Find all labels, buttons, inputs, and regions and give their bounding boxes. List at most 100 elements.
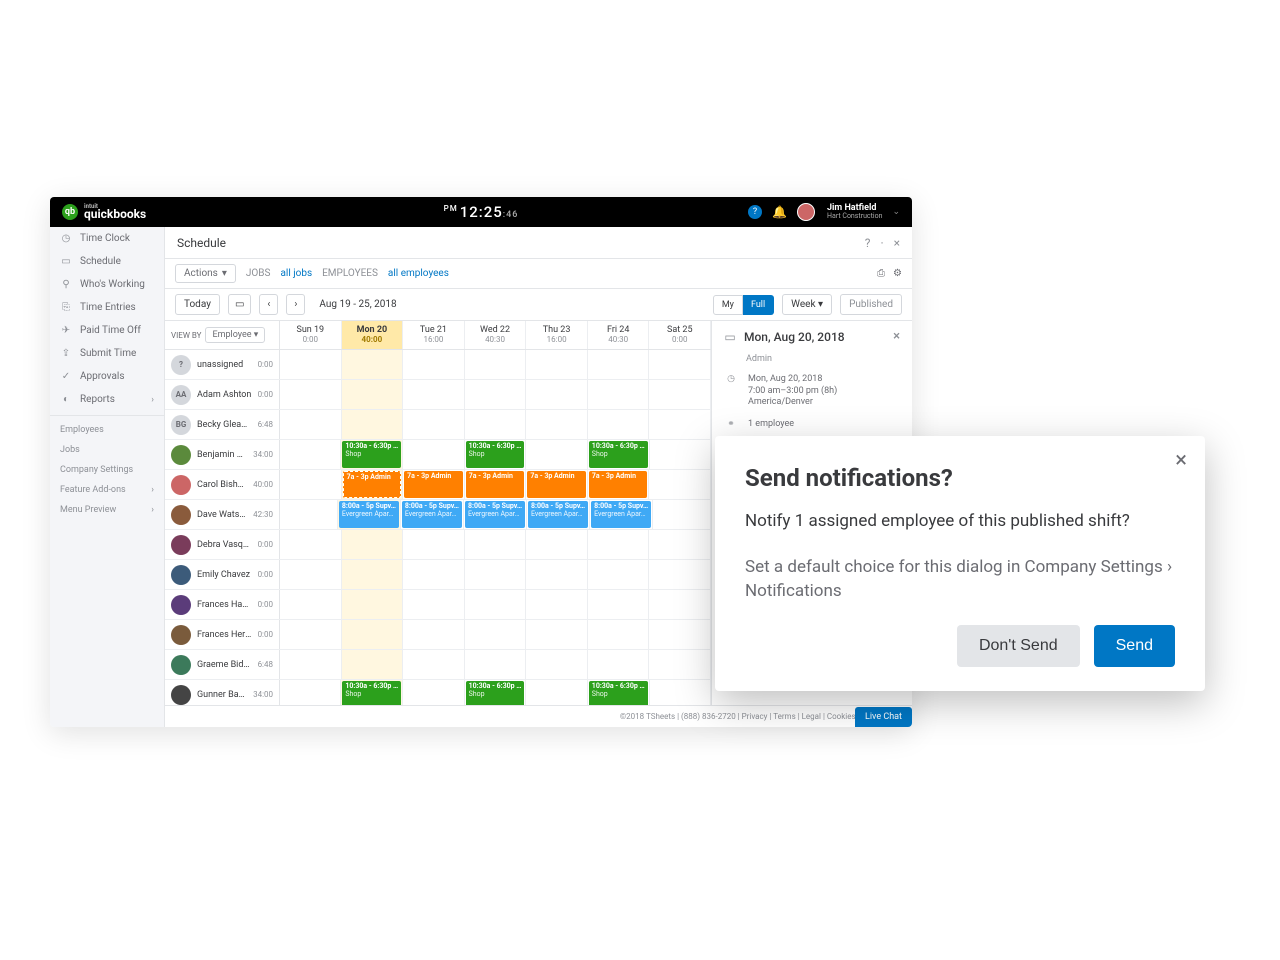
bell-icon[interactable]: 🔔 — [772, 205, 787, 219]
schedule-cell[interactable] — [465, 380, 527, 409]
shift-block[interactable]: 7a - 3p Admin — [404, 471, 463, 498]
schedule-cell[interactable] — [526, 620, 588, 649]
schedule-cell[interactable] — [342, 590, 404, 619]
print-icon[interactable]: ⎙ — [877, 268, 885, 279]
calendar-icon[interactable]: ▭ — [228, 294, 251, 315]
schedule-cell[interactable] — [649, 350, 711, 379]
schedule-cell[interactable] — [280, 620, 342, 649]
schedule-cell[interactable] — [403, 410, 465, 439]
schedule-cell[interactable] — [588, 530, 650, 559]
schedule-cell[interactable] — [342, 350, 404, 379]
schedule-cell[interactable] — [653, 500, 711, 529]
schedule-cell[interactable] — [588, 350, 650, 379]
day-header[interactable]: Thu 2316:00 — [526, 321, 588, 349]
schedule-cell[interactable] — [280, 440, 341, 469]
employee-cell[interactable]: Frances Herrera0:00 — [165, 620, 280, 649]
schedule-cell[interactable] — [465, 350, 527, 379]
schedule-cell[interactable] — [280, 350, 342, 379]
schedule-cell[interactable] — [588, 410, 650, 439]
sidebar-sub-employees[interactable]: Employees — [50, 420, 164, 440]
shift-block[interactable]: 8:00a - 5p Supv…Evergreen Apar… — [528, 501, 588, 528]
schedule-cell[interactable] — [342, 380, 404, 409]
shift-block[interactable]: 8:00a - 5p Supv…Evergreen Apar… — [402, 501, 462, 528]
sidebar-item-who-s-working[interactable]: ⚲Who's Working — [50, 273, 164, 296]
shift-block[interactable]: 10:30a - 6:30p …Shop — [589, 441, 648, 468]
schedule-cell[interactable] — [526, 410, 588, 439]
day-header[interactable]: Mon 2040:00 — [342, 321, 404, 349]
schedule-cell[interactable]: 7a - 3p Admin — [403, 470, 465, 499]
schedule-cell[interactable]: 7a - 3p Admin — [588, 470, 650, 499]
shift-block[interactable]: 7a - 3p Admin — [527, 471, 586, 498]
schedule-cell[interactable] — [588, 620, 650, 649]
schedule-cell[interactable] — [342, 650, 404, 679]
page-close-icon[interactable]: × — [894, 236, 900, 250]
schedule-cell[interactable] — [280, 590, 342, 619]
day-header[interactable]: Fri 2440:30 — [588, 321, 650, 349]
schedule-rows[interactable]: ?unassigned0:00AAAdam Ashton0:00BGBecky … — [165, 350, 711, 705]
schedule-cell[interactable]: 8:00a - 5p Supv…Evergreen Apar… — [401, 500, 464, 529]
schedule-cell[interactable] — [526, 380, 588, 409]
shift-block[interactable]: 8:00a - 5p Supv…Evergreen Apar… — [339, 501, 399, 528]
sidebar-item-submit-time[interactable]: ⇪Submit Time — [50, 342, 164, 365]
schedule-cell[interactable]: 10:30a - 6:30p …Shop — [341, 680, 403, 705]
sidebar-item-time-entries[interactable]: ⎘Time Entries — [50, 296, 164, 319]
schedule-cell[interactable] — [342, 560, 404, 589]
schedule-cell[interactable] — [465, 410, 527, 439]
schedule-cell[interactable]: 10:30a - 6:30p …Shop — [465, 680, 527, 705]
schedule-cell[interactable] — [342, 410, 404, 439]
schedule-cell[interactable] — [403, 680, 464, 705]
schedule-cell[interactable] — [465, 650, 527, 679]
schedule-cell[interactable]: 10:30a - 6:30p …Shop — [588, 440, 650, 469]
schedule-cell[interactable] — [403, 590, 465, 619]
schedule-cell[interactable] — [280, 650, 342, 679]
close-icon[interactable]: × — [893, 329, 900, 344]
employee-cell[interactable]: Carol Bishop40:00 — [165, 470, 280, 499]
schedule-cell[interactable] — [403, 350, 465, 379]
employee-cell[interactable]: Gunner Bauch34:00 — [165, 680, 280, 705]
schedule-cell[interactable] — [649, 590, 711, 619]
schedule-cell[interactable] — [403, 380, 465, 409]
sidebar-sub-menu-preview[interactable]: Menu Preview› — [50, 500, 164, 520]
employee-cell[interactable]: BGBecky Gleason6:48 — [165, 410, 280, 439]
sidebar-item-time-clock[interactable]: ◷Time Clock — [50, 227, 164, 250]
schedule-cell[interactable]: 8:00a - 5p Supv…Evergreen Apar… — [590, 500, 653, 529]
schedule-cell[interactable]: 10:30a - 6:30p …Shop — [465, 440, 527, 469]
employees-filter-link[interactable]: all employees — [388, 268, 449, 279]
shift-block[interactable]: 10:30a - 6:30p …Shop — [466, 441, 525, 468]
schedule-cell[interactable]: 10:30a - 6:30p …Shop — [341, 440, 403, 469]
period-dropdown[interactable]: Week ▾ — [782, 294, 832, 315]
schedule-cell[interactable] — [649, 560, 711, 589]
viewby-dropdown[interactable]: Employee ▾ — [205, 327, 265, 343]
page-help-icon[interactable]: ? — [865, 236, 871, 250]
schedule-cell[interactable]: 10:30a - 6:30p …Shop — [588, 680, 650, 705]
live-chat-button[interactable]: Live Chat — [855, 707, 912, 727]
send-button[interactable]: Send — [1094, 625, 1175, 667]
schedule-cell[interactable] — [465, 530, 527, 559]
sidebar-sub-company-settings[interactable]: Company Settings — [50, 460, 164, 480]
schedule-cell[interactable] — [526, 590, 588, 619]
employee-cell[interactable]: Benjamin Willer34:00 — [165, 440, 280, 469]
sidebar-item-approvals[interactable]: ✓Approvals — [50, 365, 164, 388]
schedule-cell[interactable] — [403, 440, 464, 469]
schedule-cell[interactable]: 8:00a - 5p Supv…Evergreen Apar… — [527, 500, 590, 529]
sidebar-item-paid-time-off[interactable]: ✈Paid Time Off — [50, 319, 164, 342]
schedule-cell[interactable] — [649, 470, 711, 499]
schedule-cell[interactable] — [526, 650, 588, 679]
schedule-cell[interactable] — [526, 530, 588, 559]
shift-block[interactable]: 8:00a - 5p Supv…Evergreen Apar… — [591, 501, 651, 528]
schedule-cell[interactable]: 7a - 3p Admin — [342, 470, 404, 499]
schedule-cell[interactable] — [465, 620, 527, 649]
schedule-cell[interactable] — [280, 410, 342, 439]
schedule-cell[interactable] — [588, 560, 650, 589]
day-header[interactable]: Sun 190:00 — [280, 321, 342, 349]
dont-send-button[interactable]: Don't Send — [957, 625, 1080, 667]
day-header[interactable]: Tue 2116:00 — [403, 321, 465, 349]
day-header[interactable]: Wed 2240:30 — [465, 321, 527, 349]
published-button[interactable]: Published — [840, 294, 902, 315]
schedule-cell[interactable] — [650, 440, 711, 469]
schedule-cell[interactable] — [342, 620, 404, 649]
schedule-cell[interactable] — [526, 440, 587, 469]
schedule-cell[interactable] — [588, 650, 650, 679]
day-header[interactable]: Sat 250:00 — [649, 321, 711, 349]
schedule-cell[interactable] — [403, 560, 465, 589]
